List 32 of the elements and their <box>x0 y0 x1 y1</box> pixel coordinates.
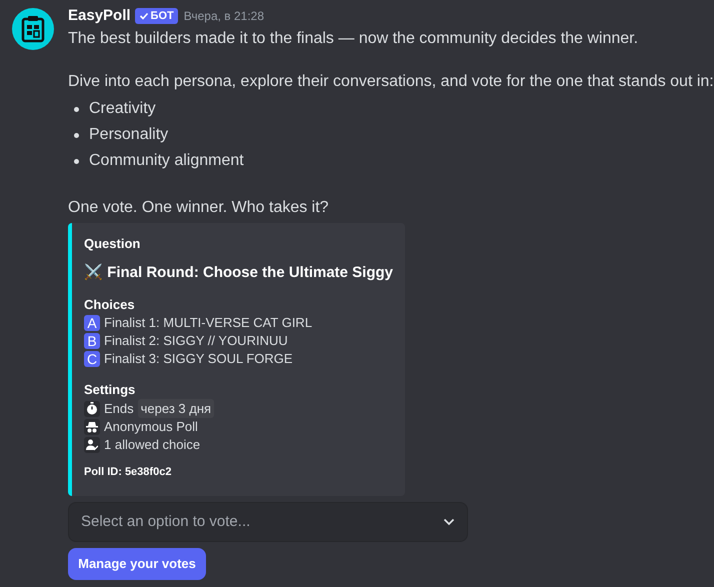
letter-tag: C <box>84 351 100 367</box>
message-text: The best builders made it to the finals — now the community decides the winner. <box>68 29 640 49</box>
bullet-item: Creativity <box>89 99 156 119</box>
field-label: Question <box>84 235 142 252</box>
relative-time: через 3 дня <box>138 398 214 418</box>
letter-tag: B <box>84 333 100 349</box>
stopwatch-icon <box>86 402 98 415</box>
message-text: One vote. One winner. Who takes it? <box>68 198 330 218</box>
avatar-icon[interactable] <box>12 8 54 50</box>
incognito-icon <box>86 420 98 432</box>
author-name[interactable]: EasyPoll <box>68 4 131 28</box>
bullet-item: Personality <box>89 125 168 145</box>
choice-text: Finalist 1: MULTI-VERSE CAT GIRL <box>104 314 312 332</box>
check-icon <box>138 11 149 21</box>
chevron-down-icon <box>443 518 455 526</box>
poll-id: Poll ID: 5e38f0c2 <box>84 464 172 480</box>
choice-text: Finalist 3: SIGGY SOUL FORGE <box>104 350 293 368</box>
setting-text: Ends <box>104 400 134 418</box>
bot-tag: БОТ <box>134 8 178 24</box>
choice-text: Finalist 2: SIGGY // YOURINUU <box>104 332 288 350</box>
user-check-icon <box>86 438 98 450</box>
setting-text: Anonymous Poll <box>104 418 198 436</box>
manage-votes-button[interactable]: Manage your votes <box>68 548 206 580</box>
letter-tag: A <box>84 315 100 331</box>
field-label: Settings <box>84 381 136 399</box>
bullet-item: Community alignment <box>89 151 244 171</box>
setting-text: 1 allowed choice <box>104 436 200 454</box>
timestamp: Вчера, в 21:28 <box>184 8 264 25</box>
field-label: Choices <box>84 296 136 314</box>
vote-select[interactable]: Select an option to vote... <box>68 502 468 542</box>
message-text: Dive into each persona, explore their conversations, and vote for the one that stands out in: <box>68 72 714 92</box>
poll-question: ⚔ Final Round: Choose the Ultimate Siggy <box>84 263 393 283</box>
